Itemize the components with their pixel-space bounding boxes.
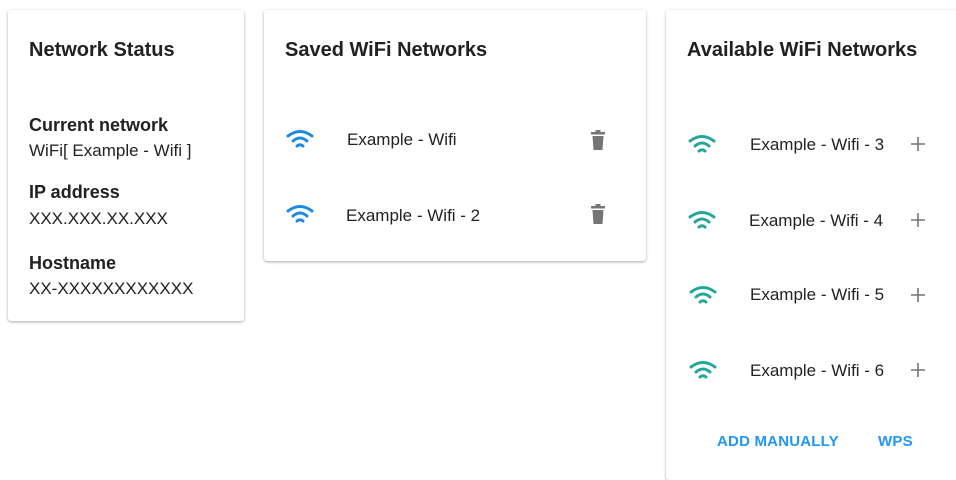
hostname-label: Hostname <box>29 253 117 273</box>
available-network-name: Example - Wifi - 6 <box>750 361 885 380</box>
saved-network-name: Example - Wifi - 2 <box>346 206 481 225</box>
available-network-row[interactable]: Example - Wifi - 6 <box>666 351 956 391</box>
plus-icon[interactable] <box>910 212 926 228</box>
wifi-icon <box>688 135 716 153</box>
current-network-label: Current network <box>29 115 169 135</box>
wifi-icon <box>689 361 717 379</box>
plus-icon[interactable] <box>910 287 926 303</box>
wps-button[interactable]: WPS <box>878 433 913 450</box>
network-status-title: Network Status <box>29 39 175 61</box>
saved-networks-card: Saved WiFi Networks Example - Wifi Examp… <box>264 10 646 261</box>
wifi-icon <box>286 130 314 148</box>
hostname-value: XX-XXXXXXXXXXXX <box>29 279 194 298</box>
trash-icon[interactable] <box>590 130 606 150</box>
wifi-icon <box>689 286 717 304</box>
ip-address-label: IP address <box>29 182 120 202</box>
ip-address-value: XXX.XXX.XX.XXX <box>29 209 168 228</box>
available-network-name: Example - Wifi - 3 <box>750 135 885 154</box>
saved-network-name: Example - Wifi <box>347 130 457 149</box>
add-manually-button[interactable]: ADD MANUALLY <box>717 433 839 450</box>
available-network-name: Example - Wifi - 4 <box>749 211 884 230</box>
trash-icon[interactable] <box>590 204 606 224</box>
current-network-value: WiFi[ Example - Wifi ] <box>29 141 192 160</box>
saved-networks-title: Saved WiFi Networks <box>285 39 488 61</box>
available-network-row[interactable]: Example - Wifi - 3 <box>666 126 956 166</box>
saved-network-row[interactable]: Example - Wifi <box>264 121 646 161</box>
available-networks-title: Available WiFi Networks <box>687 39 918 61</box>
plus-icon[interactable] <box>910 136 926 152</box>
plus-icon[interactable] <box>910 362 926 378</box>
saved-network-row[interactable]: Example - Wifi - 2 <box>264 197 646 237</box>
available-network-row[interactable]: Example - Wifi - 4 <box>666 202 956 242</box>
available-network-row[interactable]: Example - Wifi - 5 <box>666 276 956 316</box>
wifi-icon <box>286 205 314 223</box>
network-status-card: Network Status Current network WiFi[ Exa… <box>8 10 244 321</box>
wifi-icon <box>688 211 716 229</box>
available-networks-card: Available WiFi Networks Example - Wifi -… <box>666 10 956 480</box>
available-network-name: Example - Wifi - 5 <box>750 285 885 304</box>
